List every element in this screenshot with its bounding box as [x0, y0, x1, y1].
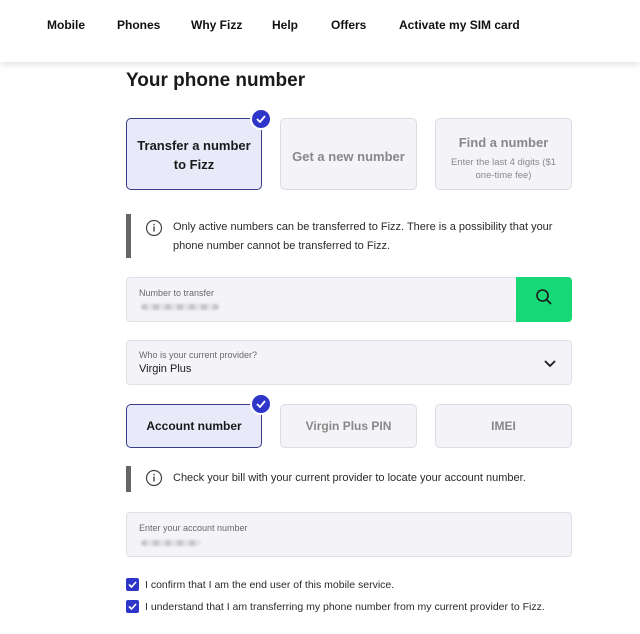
- provider-value: Virgin Plus: [139, 363, 192, 375]
- option-find-sublabel: Enter the last 4 digits ($1 one-time fee…: [450, 157, 557, 181]
- nav-activate-sim[interactable]: Activate my SIM card: [399, 18, 520, 32]
- chevron-down-icon: [543, 356, 557, 374]
- provider-label: Who is your current provider?: [139, 350, 258, 360]
- nav-mobile[interactable]: Mobile: [47, 18, 85, 32]
- confirm-transfer-checkbox[interactable]: [126, 600, 139, 613]
- option-transfer-number[interactable]: Transfer a number to Fizz: [126, 118, 262, 190]
- account-info-text: Check your bill with your current provid…: [173, 472, 526, 484]
- confirm-end-user-checkbox[interactable]: [126, 578, 139, 591]
- nav-help[interactable]: Help: [272, 18, 298, 32]
- info-icon: [145, 469, 163, 492]
- number-field-label: Number to transfer: [139, 288, 215, 298]
- option-find-number[interactable]: Find a number Enter the last 4 digits ($…: [435, 118, 572, 190]
- option-new-label: Get a new number: [292, 149, 405, 164]
- account-field-label: Enter your account number: [139, 523, 248, 533]
- transfer-info-text: Only active numbers can be transferred t…: [173, 221, 553, 252]
- confirm-end-user-row: I confirm that I am the end user of this…: [126, 578, 394, 591]
- tab-account-number-label: Account number: [146, 419, 242, 433]
- info-icon: [145, 219, 163, 242]
- check-icon: [250, 393, 272, 415]
- check-icon: [250, 108, 272, 130]
- option-new-number[interactable]: Get a new number: [280, 118, 417, 190]
- confirm-transfer-row: I understand that I am transferring my p…: [126, 600, 545, 613]
- confirm-transfer-text: I understand that I am transferring my p…: [145, 600, 545, 613]
- tab-imei[interactable]: IMEI: [435, 404, 572, 448]
- account-number-field[interactable]: Enter your account number: [126, 512, 572, 557]
- provider-select[interactable]: Who is your current provider? Virgin Plu…: [126, 340, 572, 385]
- confirm-end-user-text: I confirm that I am the end user of this…: [145, 578, 395, 591]
- search-button[interactable]: [516, 277, 572, 322]
- account-info-notice: Check your bill with your current provid…: [126, 466, 572, 492]
- nav-why-fizz[interactable]: Why Fizz: [191, 18, 242, 32]
- nav-phones[interactable]: Phones: [117, 18, 160, 32]
- tab-imei-label: IMEI: [491, 419, 516, 433]
- tab-account-number[interactable]: Account number: [126, 404, 262, 448]
- page-title: Your phone number: [126, 70, 306, 91]
- tab-virgin-plus-pin[interactable]: Virgin Plus PIN: [280, 404, 417, 448]
- number-to-transfer-field[interactable]: Number to transfer: [126, 277, 517, 322]
- top-navigation: Mobile Phones Why Fizz Help Offers Activ…: [0, 0, 640, 62]
- option-find-label: Find a number: [458, 135, 549, 150]
- search-icon: [535, 288, 553, 311]
- nav-offers[interactable]: Offers: [331, 18, 366, 32]
- transfer-info-notice: Only active numbers can be transferred t…: [126, 214, 572, 258]
- tab-virgin-plus-pin-label: Virgin Plus PIN: [305, 419, 392, 433]
- option-transfer-label: Transfer a number to Fizz: [137, 138, 251, 172]
- account-field-redacted-value: [141, 540, 201, 546]
- number-field-redacted-value: [141, 304, 219, 310]
